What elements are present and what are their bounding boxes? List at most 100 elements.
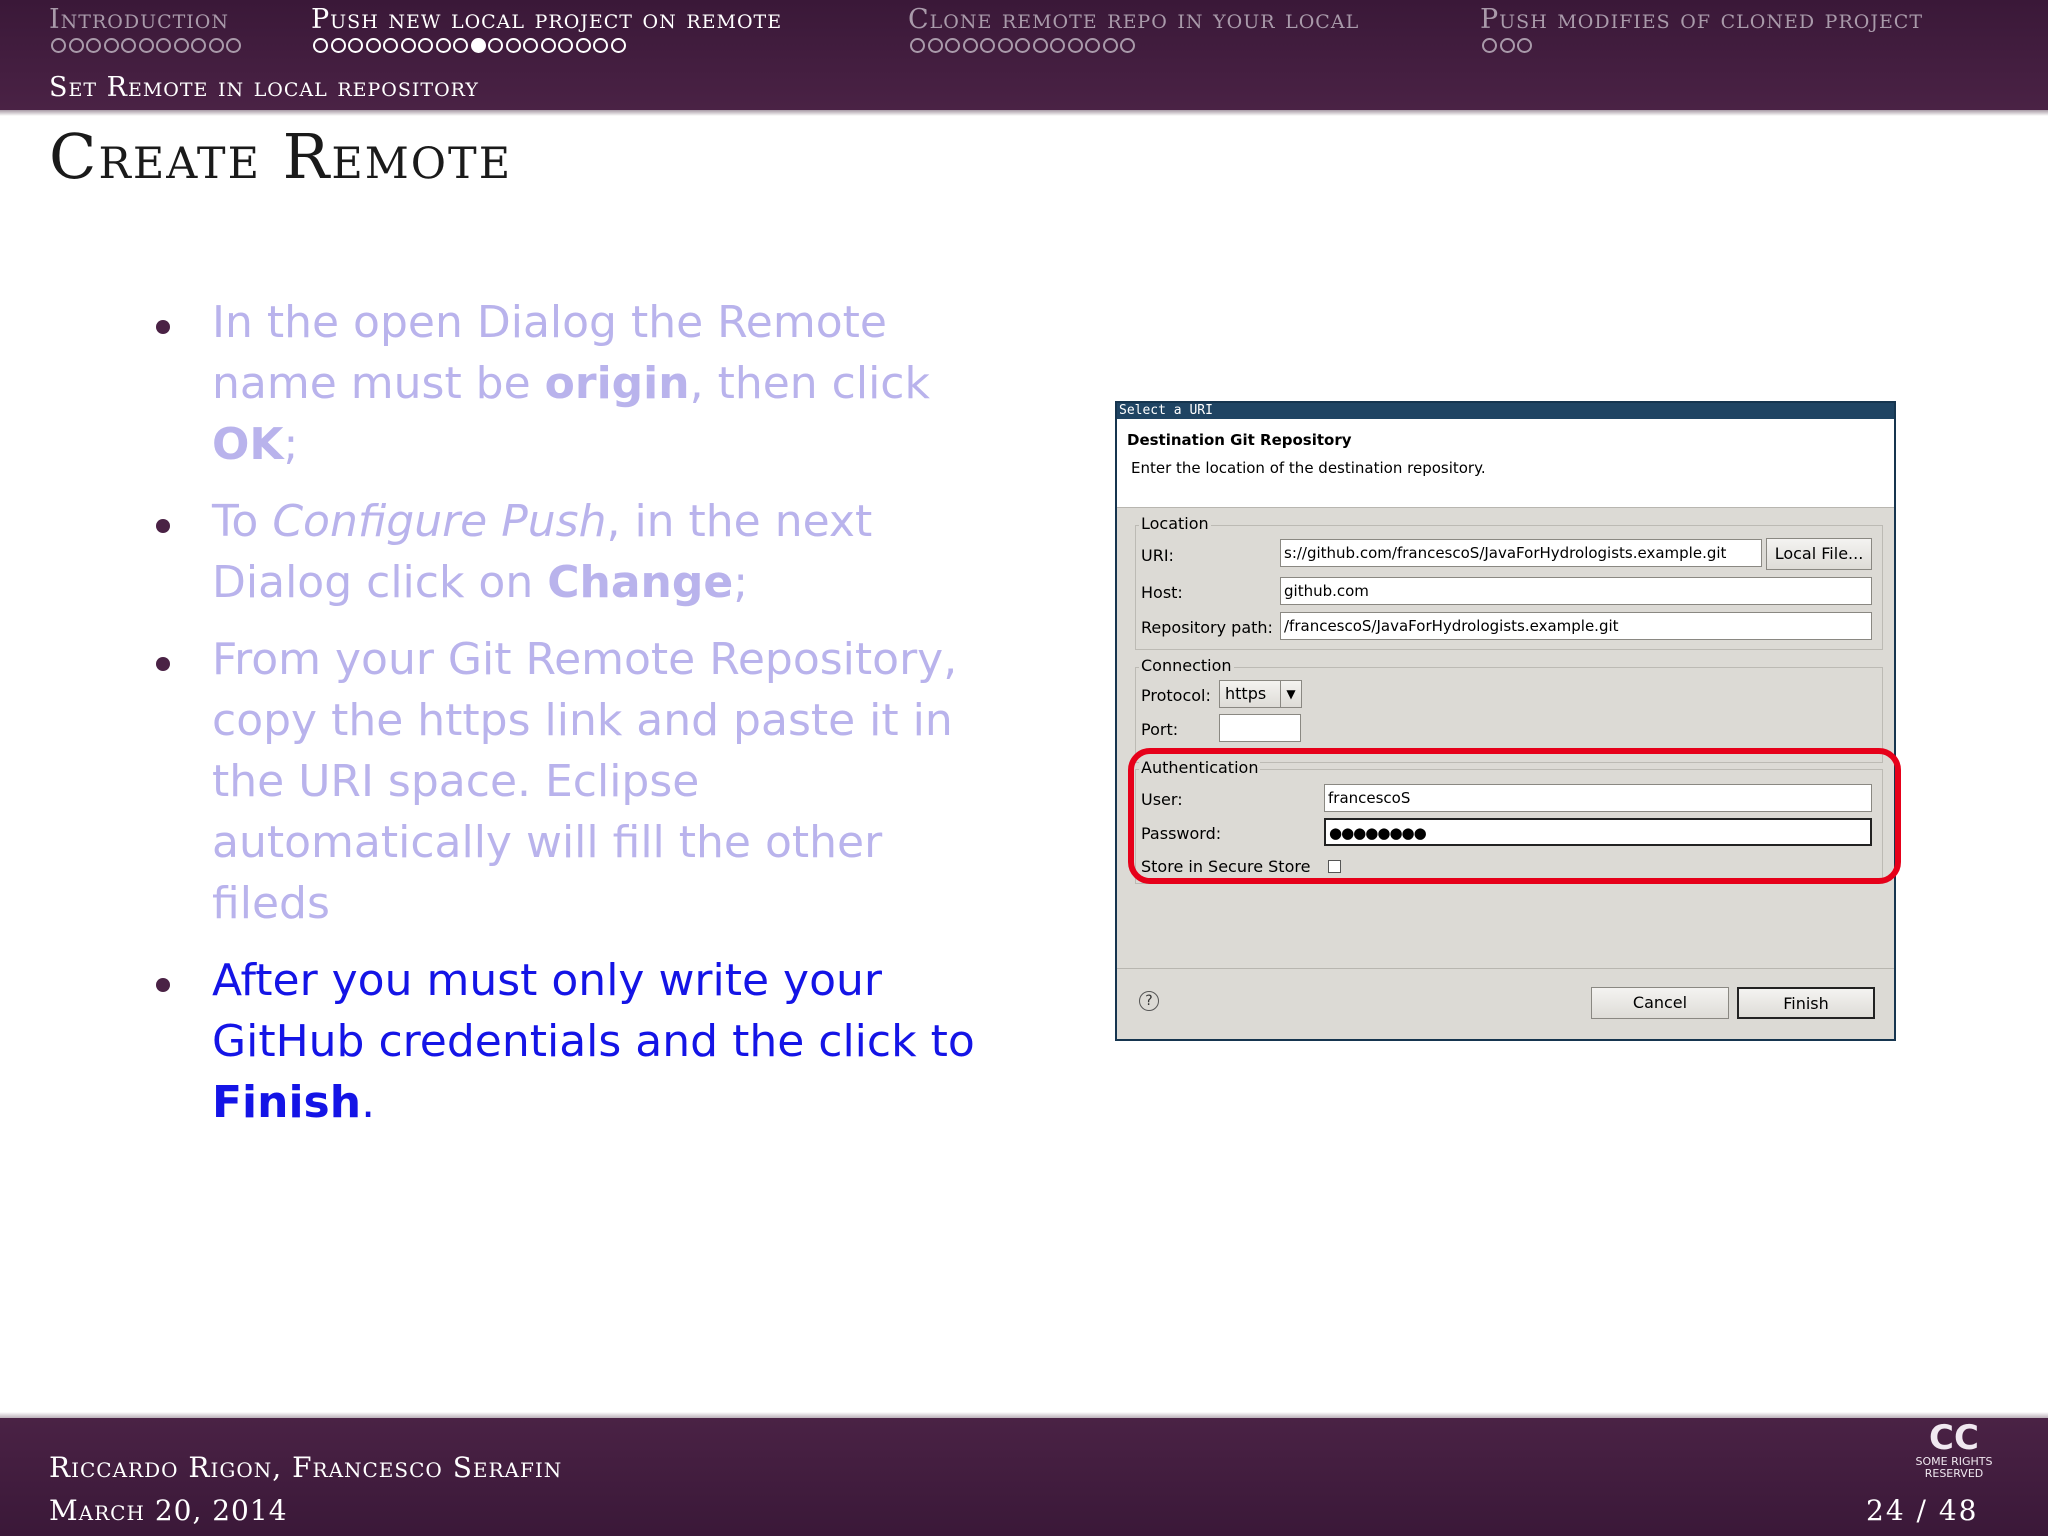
nav-frame-dot[interactable] [191, 38, 206, 53]
footer-authors: Riccardo Rigon, Francesco Serafin [49, 1451, 563, 1484]
header-navigation-bar: Introduction Push new local project on r… [0, 0, 2048, 116]
nav-frame-dot[interactable] [575, 38, 591, 53]
bullet-text-part: To [212, 496, 273, 547]
nav-section-push-modifies[interactable]: Push modifies of cloned project [1480, 4, 1923, 35]
nav-frame-dot[interactable] [383, 38, 398, 53]
bullet-text-part: , then click [689, 358, 930, 409]
nav-section-introduction[interactable]: Introduction [49, 4, 229, 35]
nav-frame-dot[interactable] [173, 38, 189, 53]
nav-frame-dot[interactable] [453, 38, 468, 53]
nav-frame-dot[interactable] [435, 38, 451, 53]
authentication-highlight [1128, 748, 1901, 884]
nav-frame-dot[interactable] [610, 38, 626, 53]
bullet-text-part: ; [733, 557, 749, 608]
footer-date: March 20, 2014 [49, 1494, 288, 1527]
repository-path-input[interactable]: /francescoS/JavaForHydrologists.example.… [1280, 612, 1872, 640]
dialog-header-title: Destination Git Repository [1127, 431, 1352, 449]
nav-frame-dot[interactable] [505, 38, 521, 53]
port-input[interactable] [1219, 714, 1301, 742]
bullet-text-part: ; [283, 419, 299, 470]
nav-frame-dot[interactable] [523, 38, 538, 53]
bullet-item: To Configure Push, in the next Dialog cl… [156, 491, 980, 613]
nav-dots-introduction[interactable] [51, 38, 244, 53]
nav-frame-dot[interactable] [121, 38, 136, 53]
nav-frame-dot[interactable] [1032, 38, 1048, 53]
nav-frame-dot[interactable] [1067, 38, 1083, 53]
bullet-marker [156, 320, 170, 334]
nav-frame-dot[interactable] [86, 38, 101, 53]
nav-frame-dot[interactable] [1482, 38, 1497, 53]
host-input[interactable]: github.com [1280, 577, 1872, 605]
nav-frame-dot[interactable] [313, 38, 328, 53]
location-group-label: Location [1139, 514, 1211, 533]
nav-frame-dot[interactable] [540, 38, 556, 53]
nav-frame-dot[interactable] [156, 38, 171, 53]
bullet-text: After you must only write your GitHub cr… [212, 950, 980, 1133]
nav-frame-dot[interactable] [1050, 38, 1065, 53]
nav-frame-dot[interactable] [927, 38, 943, 53]
uri-input[interactable]: s://github.com/francescoS/JavaForHydrolo… [1280, 539, 1762, 567]
cancel-button[interactable]: Cancel [1591, 987, 1729, 1019]
nav-frame-dot[interactable] [980, 38, 995, 53]
protocol-dropdown[interactable]: https ▼ [1219, 680, 1302, 708]
bullet-list: In the open Dialog the Remote name must … [156, 292, 980, 1149]
nav-frame-dot[interactable] [51, 38, 66, 53]
nav-frame-dot[interactable] [348, 38, 363, 53]
nav-dots-clone-remote-repo[interactable] [910, 38, 1138, 53]
nav-frame-dot[interactable] [488, 38, 503, 53]
bullet-text-part: Configure Push [272, 496, 607, 547]
cc-rights-text: SOME RIGHTS RESERVED [1915, 1455, 1993, 1480]
nav-frame-dot[interactable] [400, 38, 416, 53]
nav-frame-dot[interactable] [138, 38, 154, 53]
nav-dots-push-modifies[interactable] [1482, 38, 1535, 53]
nav-frame-dot[interactable] [103, 38, 119, 53]
bullet-marker [156, 978, 170, 992]
bullet-text-part: OK [212, 419, 284, 470]
nav-frame-dot[interactable] [962, 38, 978, 53]
connection-group-label: Connection [1139, 656, 1234, 675]
cc-logo-text: CC [1929, 1418, 1979, 1458]
nav-subsection[interactable]: Set Remote in local repository [49, 72, 479, 103]
nav-frame-dot[interactable] [1015, 38, 1030, 53]
nav-frame-dot[interactable] [208, 38, 224, 53]
bullet-text-part: origin [544, 358, 690, 409]
button-bar-separator [1117, 968, 1894, 969]
bullet-marker [156, 657, 170, 671]
bullet-text-part: Change [547, 557, 734, 608]
nav-frame-dot[interactable] [997, 38, 1013, 53]
creative-commons-logo[interactable]: CC SOME RIGHTS RESERVED [1886, 1418, 2022, 1480]
nav-frame-dot[interactable] [365, 38, 381, 53]
protocol-label: Protocol: [1141, 686, 1211, 705]
nav-section-push-new-local-project[interactable]: Push new local project on remote [311, 4, 782, 35]
nav-frame-dot[interactable] [418, 38, 433, 53]
nav-frame-dot[interactable] [1499, 38, 1515, 53]
nav-frame-dot[interactable] [1120, 38, 1135, 53]
bullet-item: In the open Dialog the Remote name must … [156, 292, 980, 475]
nav-frame-dot[interactable] [1085, 38, 1100, 53]
bullet-item: After you must only write your GitHub cr… [156, 950, 980, 1133]
nav-frame-dot[interactable] [593, 38, 608, 53]
nav-frame-dot[interactable] [68, 38, 84, 53]
nav-frame-dot[interactable] [330, 38, 346, 53]
nav-frame-dot[interactable] [558, 38, 573, 53]
help-icon[interactable]: ? [1139, 991, 1159, 1011]
nav-frame-dot[interactable] [945, 38, 960, 53]
nav-frame-dot[interactable] [1517, 38, 1532, 53]
nav-frame-dot[interactable] [910, 38, 925, 53]
finish-button[interactable]: Finish [1737, 987, 1875, 1019]
frame-title: Create Remote [49, 120, 513, 193]
nav-dots-push-new-local-project[interactable] [313, 38, 628, 53]
nav-frame-dot[interactable] [226, 38, 241, 53]
bullet-text-part: Finish [212, 1077, 362, 1128]
dialog-header-banner: Destination Git Repository Enter the loc… [1117, 419, 1894, 508]
bullet-marker [156, 519, 170, 533]
nav-frame-dot[interactable] [470, 38, 486, 53]
local-file-button[interactable]: Local File... [1766, 538, 1872, 570]
bullet-text-part: . [361, 1077, 376, 1128]
bullet-text-part: After you must only write your GitHub cr… [212, 955, 975, 1067]
page-number: 24 / 48 [1866, 1494, 1979, 1527]
nav-frame-dot[interactable] [1102, 38, 1118, 53]
bullet-text-part: From your Git Remote Repository, copy th… [212, 634, 958, 929]
nav-section-clone-remote-repo[interactable]: Clone remote repo in your local [908, 4, 1359, 35]
port-label: Port: [1141, 720, 1179, 739]
